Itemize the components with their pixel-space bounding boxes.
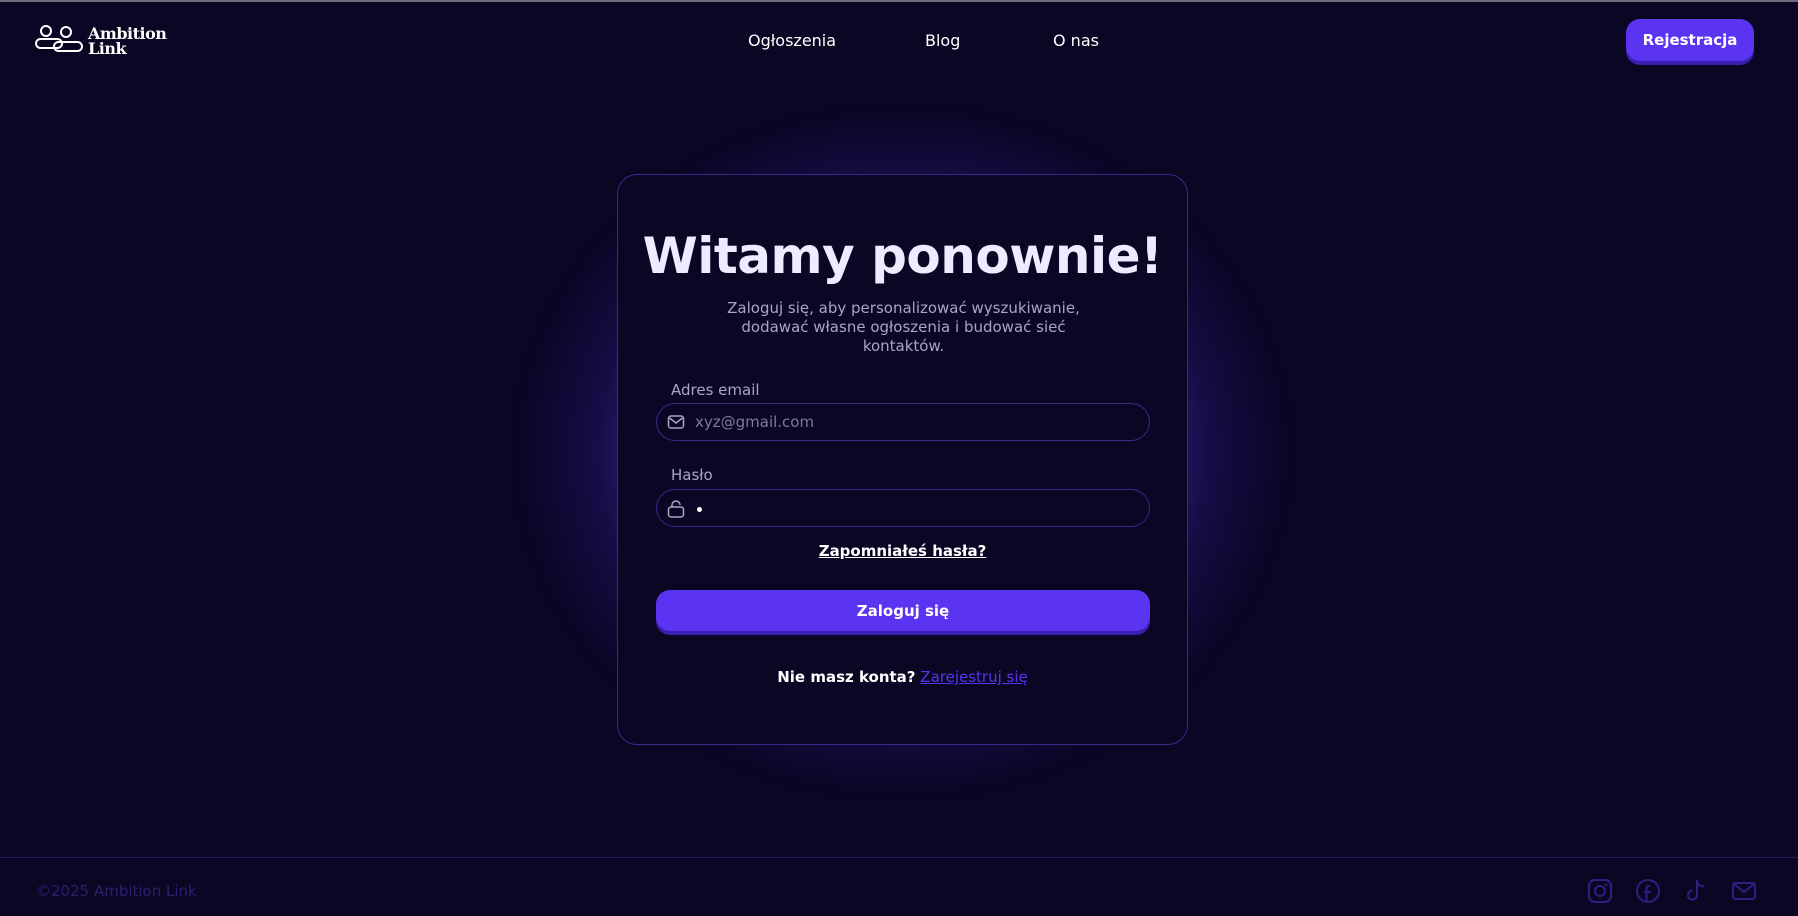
nav-item-ogloszenia[interactable]: Ogłoszenia — [748, 31, 836, 50]
logo-text: Ambition Link — [88, 26, 167, 58]
email-input[interactable] — [695, 404, 1135, 440]
nav-item-o-nas[interactable]: O nas — [1053, 31, 1099, 50]
login-button[interactable]: Zaloguj się — [656, 590, 1150, 631]
instagram-icon[interactable] — [1587, 878, 1613, 904]
signup-prompt: Nie masz konta? Zarejestruj się — [618, 668, 1187, 686]
facebook-icon[interactable] — [1635, 878, 1661, 904]
register-button[interactable]: Rejestracja — [1626, 19, 1754, 61]
login-subtitle: Zaloguj się, aby personalizować wyszukiw… — [727, 299, 1080, 355]
logo-line-2: Link — [88, 39, 127, 58]
password-label: Hasło — [671, 466, 713, 484]
email-field[interactable] — [656, 403, 1150, 441]
password-mask-dot — [697, 507, 702, 512]
signup-link[interactable]: Zarejestruj się — [920, 668, 1027, 686]
mail-icon[interactable] — [1731, 878, 1757, 904]
mail-icon — [667, 415, 685, 429]
page-title: Witamy ponownie! — [642, 227, 1163, 285]
no-account-text: Nie masz konta? — [777, 668, 916, 686]
footer: ©2025 Ambition Link — [0, 857, 1798, 916]
logo[interactable]: Ambition Link — [34, 24, 167, 58]
header: Ambition Link Ogłoszenia Blog O nas Reje… — [0, 2, 1798, 80]
copyright-text: ©2025 Ambition Link — [36, 882, 197, 900]
tiktok-icon[interactable] — [1683, 878, 1709, 904]
nav-item-blog[interactable]: Blog — [925, 31, 960, 50]
forgot-password-link[interactable]: Zapomniałeś hasła? — [618, 542, 1187, 560]
lock-icon — [667, 500, 685, 518]
login-card: Witamy ponownie! Zaloguj się, aby person… — [617, 174, 1188, 745]
logo-icon — [35, 25, 83, 52]
password-field[interactable] — [656, 489, 1150, 527]
email-label: Adres email — [671, 381, 760, 399]
